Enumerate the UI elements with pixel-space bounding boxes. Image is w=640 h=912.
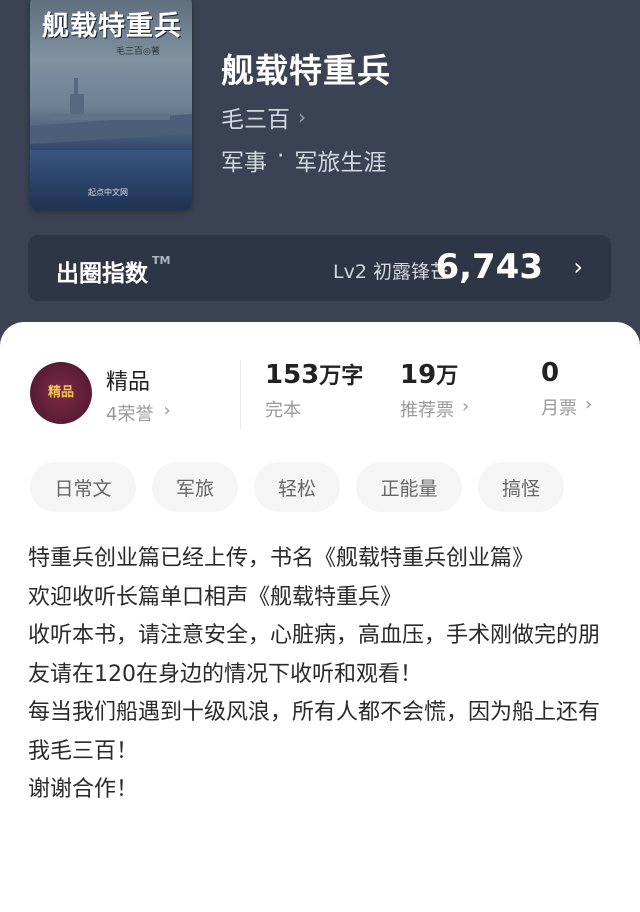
cover-title: 舰载特重兵 — [42, 11, 182, 42]
stat-recommend-votes[interactable]: 19万 推荐票 › — [400, 358, 469, 422]
stat-label: 完本 — [265, 400, 301, 421]
chevron-right-icon: › — [573, 253, 583, 281]
book-cover-image[interactable]: 舰载特重兵 毛三百◎著 起点中文网 — [30, 0, 192, 210]
popularity-index-card[interactable]: 出圈指数 TM Lv2 初露锋芒 6,743 › — [28, 235, 611, 301]
intro-line: 欢迎收听长篇单口相声《舰载特重兵》 — [28, 584, 403, 610]
genre-row: 军事 · 军旅生涯 — [221, 143, 386, 177]
popularity-value: 6,743 — [435, 247, 543, 287]
aircraft-carrier-illustration — [30, 78, 192, 144]
subgenre[interactable]: 军旅生涯 — [294, 143, 386, 177]
stat-monthly-votes[interactable]: 0 月票 › — [541, 358, 592, 420]
chevron-right-icon: › — [585, 394, 593, 415]
tag-list: 日常文 军旅 轻松 正能量 搞怪 — [30, 462, 564, 512]
tag-chip[interactable]: 轻松 — [254, 462, 340, 512]
genre[interactable]: 军事 — [221, 143, 267, 177]
intro-line: 谢谢合作！ — [28, 777, 139, 802]
genre-separator: · — [277, 143, 285, 169]
popularity-label: 出圈指数 TM — [56, 254, 170, 288]
cover-publisher: 起点中文网 — [88, 188, 128, 197]
chevron-right-icon: › — [298, 105, 306, 129]
tag-chip[interactable]: 搞怪 — [478, 462, 564, 512]
honor-title: 精品 — [106, 370, 151, 395]
honor-count-link[interactable]: 4荣誉 › — [106, 400, 171, 426]
cover-author: 毛三百◎著 — [116, 47, 160, 57]
tag-chip[interactable]: 军旅 — [152, 462, 238, 512]
book-introduction[interactable]: 特重兵创业篇已经上传，书名《舰载特重兵创业篇》 欢迎收听长篇单口相声《舰载特重兵… — [28, 540, 612, 810]
stat-label: 月票 — [541, 398, 577, 419]
stat-value: 153 — [265, 360, 320, 390]
book-title: 舰载特重兵 — [221, 51, 391, 90]
stat-unit: 万字 — [319, 364, 364, 389]
divider — [240, 360, 241, 430]
author-link[interactable]: 毛三百 › — [221, 100, 306, 134]
honor-badge-text: 精品 — [47, 385, 74, 400]
popularity-label-text: 出圈指数 — [56, 261, 148, 287]
cover-sea — [30, 150, 192, 210]
author-name: 毛三百 — [221, 107, 290, 133]
tag-chip[interactable]: 正能量 — [356, 462, 462, 512]
stat-value: 19 — [400, 360, 437, 390]
honor-count: 4荣誉 — [106, 404, 154, 425]
stat-value: 0 — [541, 358, 560, 388]
intro-line: 每当我们船遇到十级风浪，所有人都不会慌，因为船上还有我毛三百！ — [28, 700, 601, 764]
intro-line: 收听本书，请注意安全，心脏病，高血压，手术刚做完的朋友请在120在身边的情况下收… — [28, 623, 601, 687]
stat-word-count: 153万字 完本 — [265, 358, 363, 422]
popularity-level: Lv2 初露锋芒 — [333, 261, 449, 283]
chevron-right-icon: › — [462, 396, 470, 417]
book-info-panel: 精品 精品 4荣誉 › 153万字 完本 19万 推荐票 › 0 月票 › 日常文 … — [0, 322, 640, 912]
stat-label: 推荐票 — [400, 400, 454, 421]
intro-line: 特重兵创业篇已经上传，书名《舰载特重兵创业篇》 — [28, 546, 535, 571]
trademark-mark: TM — [152, 254, 171, 267]
tag-chip[interactable]: 日常文 — [30, 462, 136, 512]
stat-unit: 万 — [436, 364, 459, 389]
chevron-right-icon: › — [163, 400, 171, 421]
honor-badge-icon[interactable]: 精品 — [30, 362, 92, 424]
